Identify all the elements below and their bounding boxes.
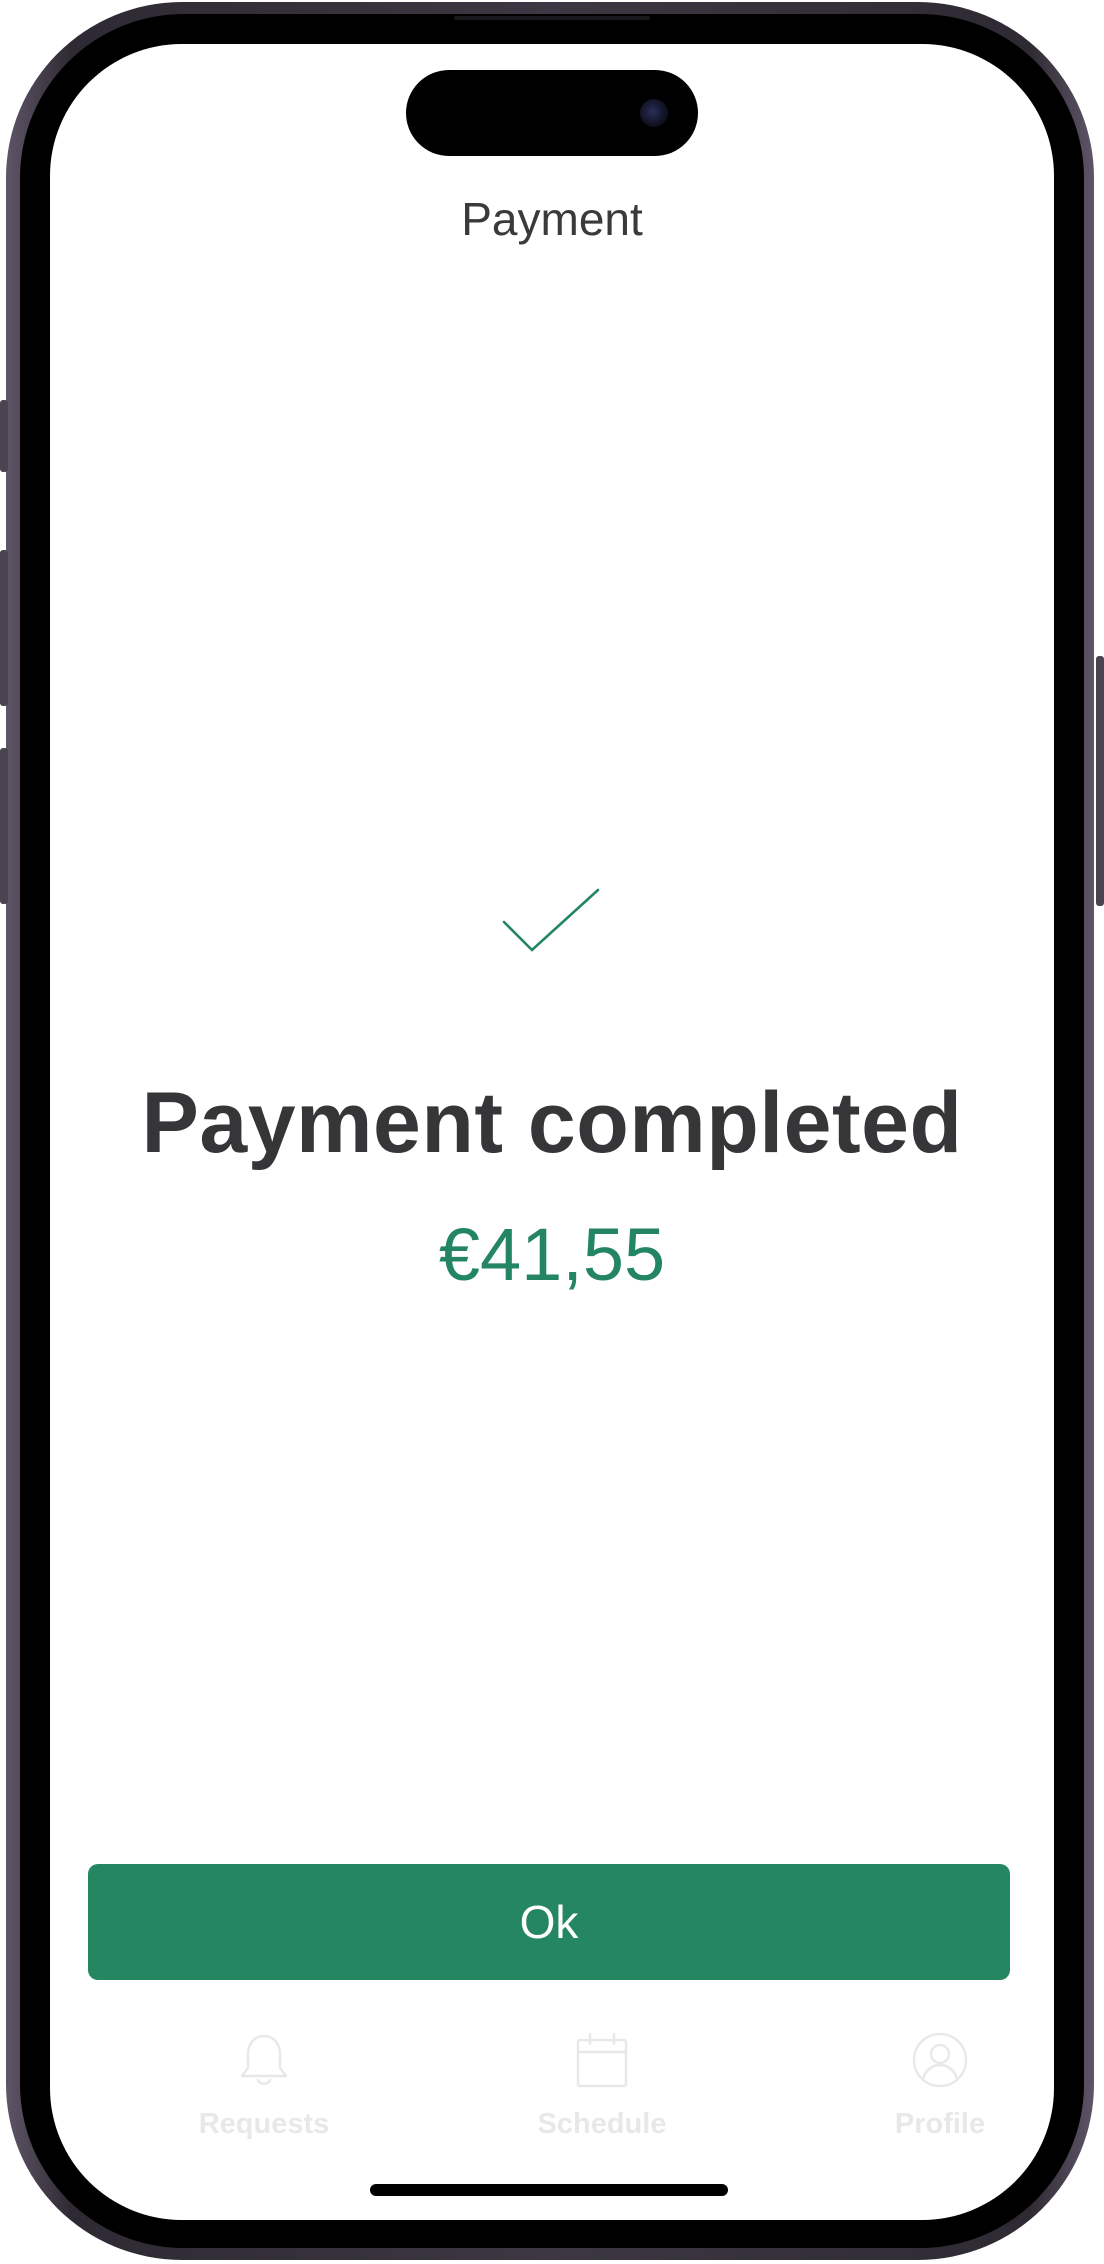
tab-bar: Requests Schedule Profile bbox=[50, 2024, 1054, 2174]
home-indicator[interactable] bbox=[370, 2184, 728, 2196]
page-title: Payment bbox=[461, 193, 643, 245]
front-camera-icon bbox=[640, 99, 668, 127]
tab-requests-label: Requests bbox=[198, 2108, 330, 2140]
action-button bbox=[0, 400, 8, 472]
volume-down-button bbox=[0, 748, 8, 904]
volume-up-button bbox=[0, 550, 8, 706]
tab-profile[interactable]: Profile bbox=[830, 2024, 1050, 2154]
tab-schedule[interactable]: Schedule bbox=[492, 2024, 712, 2154]
checkmark-icon bbox=[502, 888, 600, 952]
power-button bbox=[1096, 656, 1104, 906]
tab-schedule-label: Schedule bbox=[537, 2108, 667, 2140]
user-circle-icon bbox=[912, 2032, 968, 2088]
bell-icon bbox=[240, 2034, 288, 2085]
success-headline: Payment completed bbox=[141, 1075, 963, 1171]
dynamic-island bbox=[406, 70, 698, 156]
tab-requests[interactable]: Requests bbox=[154, 2024, 374, 2154]
phone-frame: Payment Payment completed €41,55 Ok Requ… bbox=[0, 0, 1104, 2264]
calendar-icon bbox=[576, 2032, 628, 2088]
tab-profile-label: Profile bbox=[894, 2108, 986, 2140]
earpiece-speaker bbox=[454, 16, 650, 20]
payment-amount: €41,55 bbox=[438, 1213, 666, 1296]
screen: Payment Payment completed €41,55 Ok Requ… bbox=[50, 44, 1054, 2220]
ok-button[interactable]: Ok bbox=[88, 1864, 1010, 1980]
